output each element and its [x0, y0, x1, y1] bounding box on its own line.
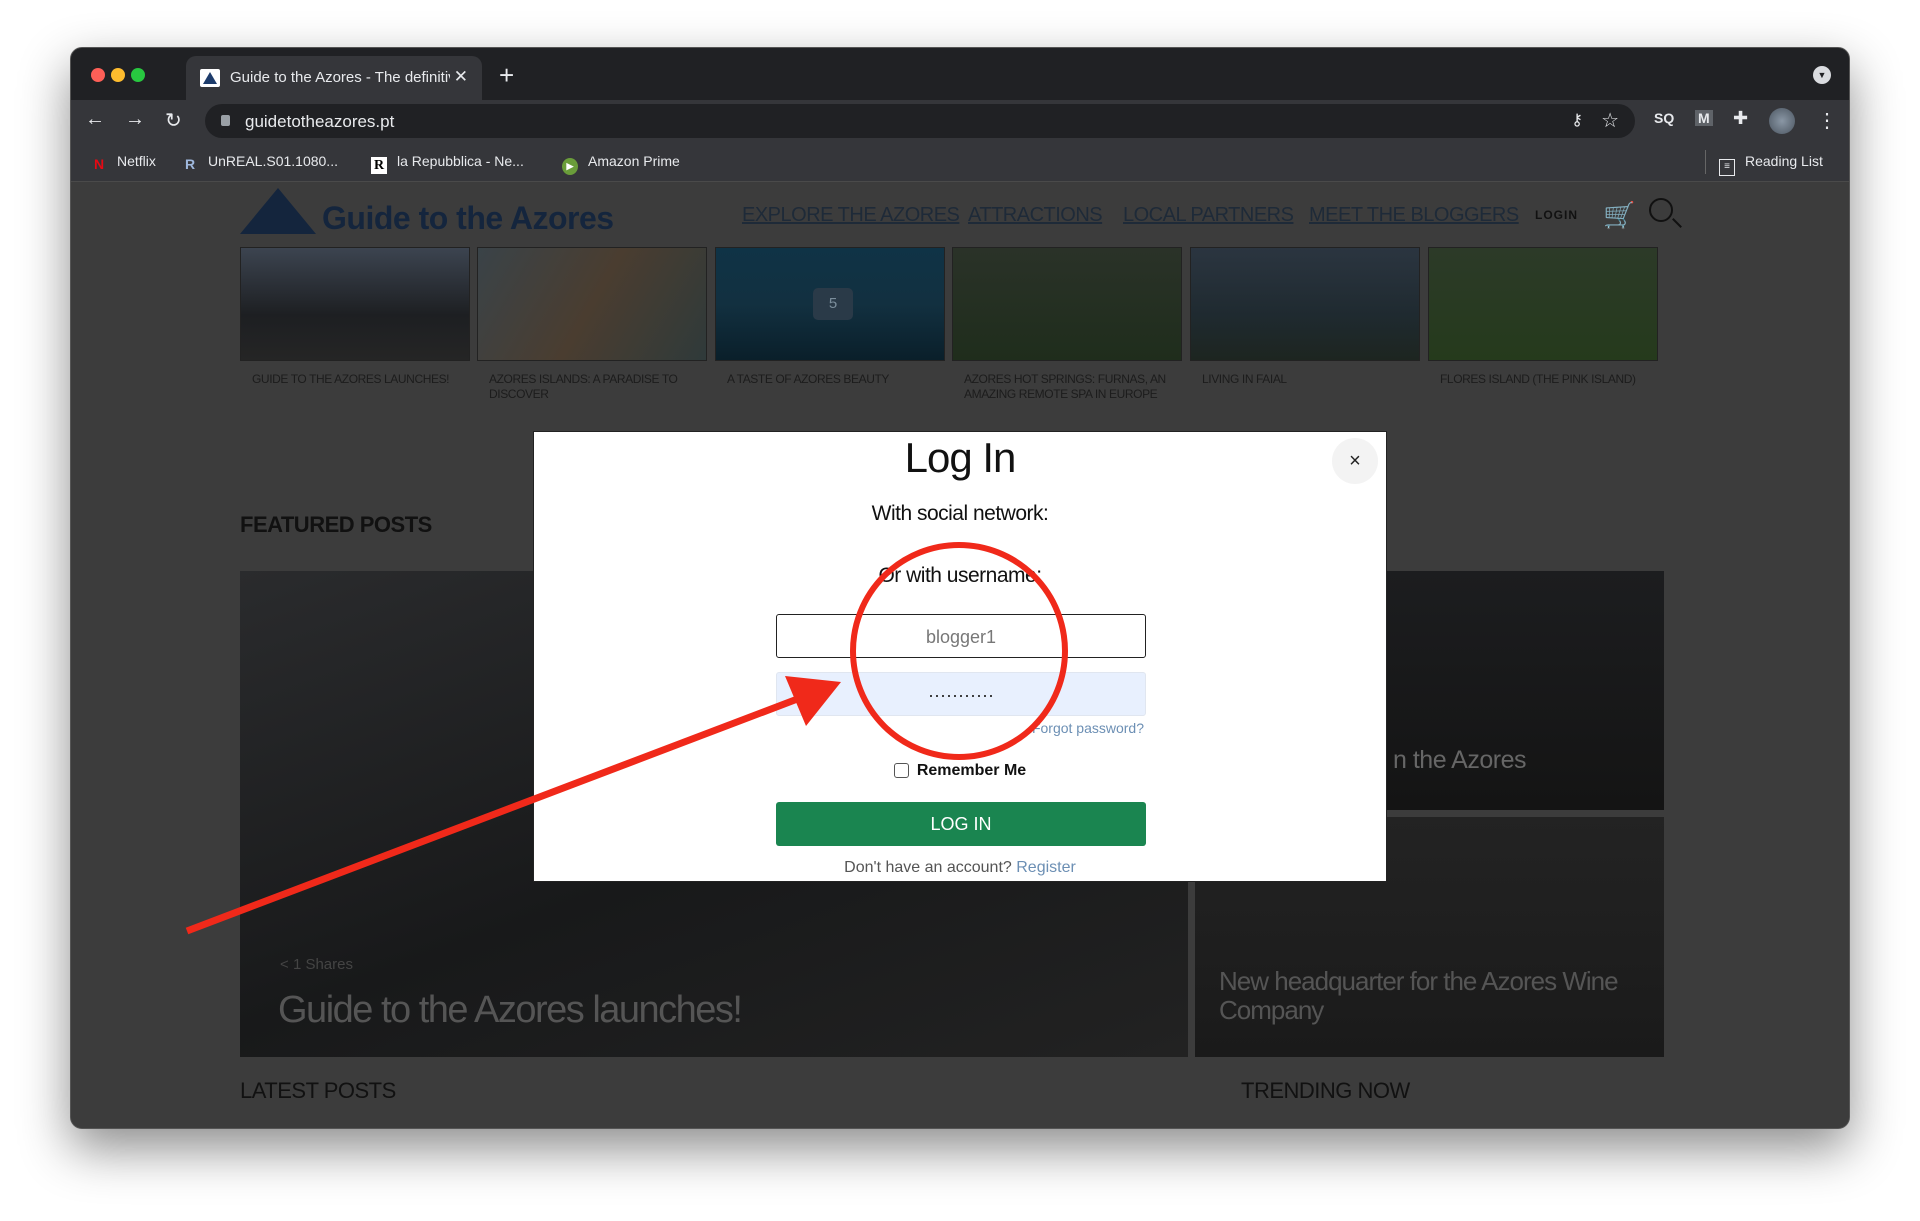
thumbnail-caption[interactable]: GUIDE TO THE AZORES LAUNCHES!: [252, 372, 462, 387]
thumbnail-caption[interactable]: A TASTE OF AZORES BEAUTY: [727, 372, 937, 387]
remember-me-label: Remember Me: [916, 762, 1027, 779]
bookmark-unreal[interactable]: R UnREAL.S01.1080...: [182, 153, 338, 173]
featured-side-top-title[interactable]: n the Azores: [1393, 746, 1526, 775]
divider: [1705, 150, 1706, 174]
remember-me-checkbox[interactable]: [893, 763, 909, 778]
shares-text: 1 Shares: [292, 956, 353, 973]
thumbnail-2[interactable]: [477, 247, 707, 361]
repubblica-icon: R: [371, 157, 387, 174]
forward-icon[interactable]: →: [125, 108, 145, 131]
thumbnail-6[interactable]: [1428, 247, 1658, 361]
nav-local-partners[interactable]: LOCAL PARTNERS: [1123, 204, 1294, 227]
thumbnail-caption[interactable]: AZORES ISLANDS: A PARADISE TO DISCOVER: [489, 372, 699, 402]
reading-list-icon: ≡: [1719, 159, 1735, 176]
minimize-window-button[interactable]: [111, 68, 125, 82]
social-network-label: With social network:: [871, 502, 1049, 525]
bookmark-amazon-prime[interactable]: ▶ Amazon Prime: [562, 153, 680, 175]
maximize-window-button[interactable]: [131, 68, 145, 82]
bookmark-label: Netflix: [117, 153, 156, 169]
bookmarks-bar: N Netflix R UnREAL.S01.1080... Rla Repubbl…: [71, 142, 1849, 182]
bookmark-star-icon[interactable]: ☆: [1601, 108, 1619, 133]
tab-search-icon[interactable]: ▼: [1813, 66, 1831, 84]
play-icon: ▶: [562, 158, 578, 175]
thumbnail-caption[interactable]: AZORES HOT SPRINGS: FURNAS, AN AMAZING R…: [964, 372, 1174, 402]
login-modal: Log In × With social network: Or with us…: [533, 431, 1387, 882]
profile-avatar[interactable]: [1769, 108, 1795, 134]
nav-meet-bloggers[interactable]: MEET THE BLOGGERS: [1309, 204, 1519, 227]
r-icon: R: [184, 156, 196, 172]
address-bar[interactable]: guidetotheazores.pt ⚷ ☆: [205, 104, 1635, 138]
key-icon[interactable]: ⚷: [1571, 110, 1583, 130]
login-link[interactable]: LOGIN: [1535, 208, 1578, 222]
cart-icon[interactable]: 🛒: [1603, 200, 1635, 231]
site-favicon-icon: [200, 69, 220, 87]
reading-list-button[interactable]: ≡ Reading List: [1719, 153, 1823, 176]
no-account-text: Don't have an account?: [844, 859, 1012, 876]
toolbar: ← → ↻ guidetotheazores.pt ⚷ ☆ SQ M ✚ ⋮: [71, 100, 1849, 142]
new-tab-icon[interactable]: +: [499, 60, 514, 91]
m-extension-icon[interactable]: M: [1695, 110, 1713, 126]
tab-active[interactable]: Guide to the Azores - The definitive gui…: [186, 56, 482, 100]
featured-main-title[interactable]: Guide to the Azores launches!: [278, 989, 743, 1032]
thumbnail-4[interactable]: [952, 247, 1182, 361]
mountain-logo-icon: [240, 188, 316, 234]
register-prompt: Don't have an account? Register: [534, 859, 1386, 877]
nav-attractions[interactable]: ATTRACTIONS: [968, 204, 1103, 227]
bookmark-repubblica[interactable]: Rla Repubblica - Ne...: [371, 153, 524, 174]
reading-list-label: Reading List: [1745, 153, 1823, 169]
search-icon[interactable]: [1649, 198, 1673, 222]
featured-posts-heading: FEATURED POSTS: [240, 512, 432, 537]
modal-title: Log In: [904, 434, 1017, 481]
more-menu-icon[interactable]: ⋮: [1817, 108, 1837, 133]
bookmark-label: Amazon Prime: [588, 153, 680, 169]
logo-text: Guide to the Azores: [322, 200, 614, 236]
thumbnail-caption[interactable]: FLORES ISLAND (THE PINK ISLAND): [1440, 372, 1650, 387]
remember-me[interactable]: Remember Me: [534, 762, 1386, 780]
thumbnail-caption[interactable]: LIVING IN FAIAL: [1202, 372, 1412, 387]
bookmark-netflix[interactable]: N Netflix: [91, 153, 156, 173]
nav-explore[interactable]: EXPLORE THE AZORES: [742, 204, 960, 227]
share-icon: <: [280, 956, 293, 973]
featured-side-bottom-title[interactable]: New headquarter for the Azores Wine Comp…: [1219, 967, 1659, 1025]
forgot-password-link[interactable]: Forgot password?: [1032, 720, 1144, 736]
bookmark-label: UnREAL.S01.1080...: [208, 153, 338, 169]
tab-bar: Guide to the Azores - The definitive gui…: [71, 48, 1849, 100]
thumbnail-5[interactable]: [1190, 247, 1420, 361]
netflix-icon: N: [93, 156, 105, 172]
gallery-count-badge: 5: [813, 288, 853, 320]
thumbnail-3[interactable]: 5: [715, 247, 945, 361]
lock-icon: [221, 115, 230, 126]
trending-now-heading: TRENDING NOW: [1241, 1078, 1410, 1103]
reload-icon[interactable]: ↻: [165, 108, 182, 133]
tab-title: Guide to the Azores - The definitive gui…: [230, 69, 450, 86]
username-input[interactable]: blogger1: [776, 614, 1146, 658]
latest-posts-heading: LATEST POSTS: [240, 1078, 396, 1103]
login-submit-button[interactable]: LOG IN: [776, 802, 1146, 846]
close-window-button[interactable]: [91, 68, 105, 82]
close-tab-icon[interactable]: ✕: [454, 67, 468, 87]
back-icon[interactable]: ←: [85, 108, 105, 131]
sq-extension-icon[interactable]: SQ: [1654, 110, 1674, 126]
thumbnail-1[interactable]: [240, 247, 470, 361]
close-modal-button[interactable]: ×: [1332, 438, 1378, 484]
register-link[interactable]: Register: [1016, 859, 1076, 876]
bookmark-label: la Repubblica - Ne...: [397, 153, 524, 169]
url-text[interactable]: guidetotheazores.pt: [245, 112, 394, 132]
username-label: Or with username:: [878, 564, 1042, 587]
extensions-puzzle-icon[interactable]: ✚: [1733, 108, 1748, 129]
password-input[interactable]: ···········: [776, 672, 1146, 716]
share-count: < 1 Shares: [280, 956, 353, 973]
